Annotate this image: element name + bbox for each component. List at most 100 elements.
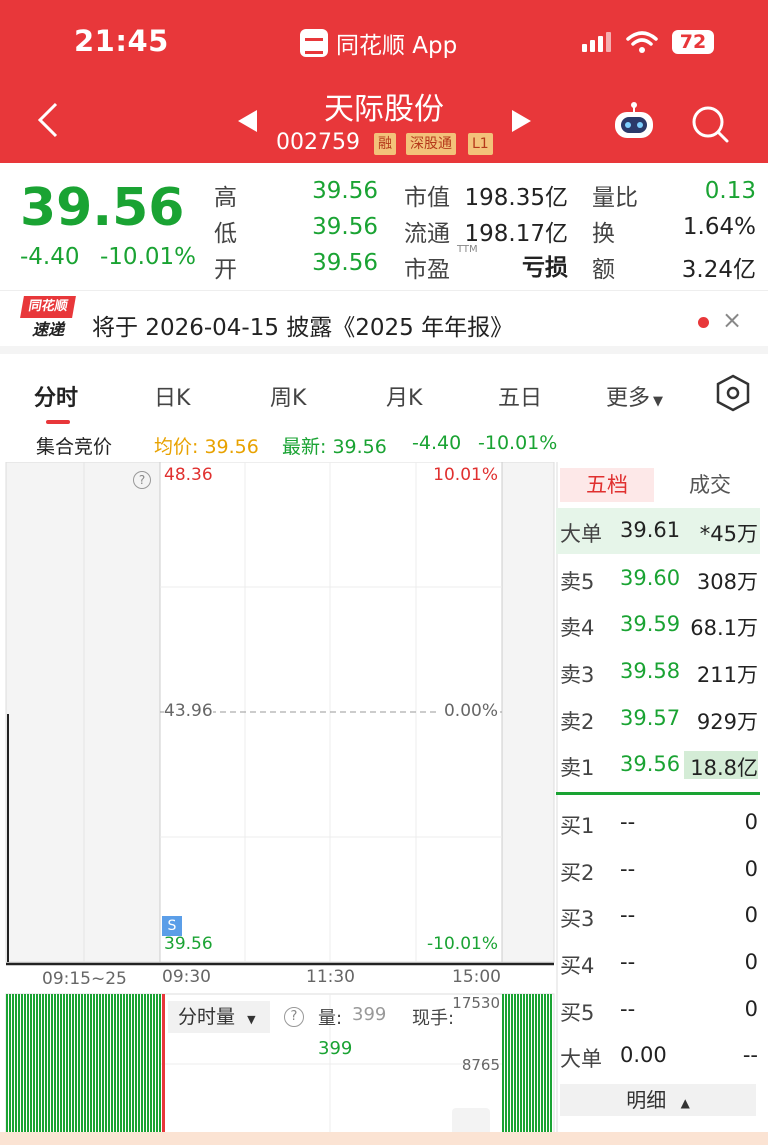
big-sell-label: 大单 <box>560 522 602 546</box>
bottom-banner[interactable] <box>0 1132 768 1145</box>
wifi-icon <box>626 31 658 53</box>
volume-bar <box>105 994 107 1132</box>
buy1-label: 买1 <box>560 814 595 838</box>
big-sell-price: 39.61 <box>620 518 681 542</box>
volume-bar <box>144 994 146 1132</box>
market-cap-label: 市值 <box>404 185 450 211</box>
volume-bar <box>526 994 528 1132</box>
caret-down-icon: ▼ <box>653 394 664 409</box>
high-value: 39.56 <box>312 178 378 204</box>
avg-price: 均价: 39.56 <box>154 436 259 458</box>
low-label: 低 <box>214 221 237 247</box>
volume-bar <box>511 994 513 1132</box>
volume-bar <box>66 994 68 1132</box>
volume-bar <box>24 994 26 1132</box>
buy4-vol: 0 <box>744 950 758 974</box>
latest-price: 最新: 39.56 <box>282 436 387 458</box>
robot-assistant-icon[interactable] <box>612 102 656 140</box>
volume-bar <box>544 994 546 1132</box>
buy5-label: 买5 <box>560 1001 595 1025</box>
search-icon[interactable] <box>690 104 730 144</box>
tab-more[interactable]: 更多 ▼ <box>606 380 663 412</box>
amount-label: 额 <box>592 257 615 283</box>
announcement-text[interactable]: 将于 2026-04-15 披露《2025 年年报》 <box>92 308 513 342</box>
volume-bar <box>78 994 80 1132</box>
buy1-vol: 0 <box>744 810 758 834</box>
axis-top-pct: 10.01% <box>433 465 498 485</box>
low-value: 39.56 <box>312 214 378 240</box>
volume-bar <box>54 994 56 1132</box>
tab-trades[interactable]: 成交 <box>660 468 760 502</box>
volume-bar <box>84 994 86 1132</box>
sell-marker[interactable]: S <box>162 916 182 936</box>
volume-ratio-label: 量比 <box>592 185 638 211</box>
open-volume-bar <box>162 994 165 1132</box>
tab-five-levels[interactable]: 五档 <box>560 468 654 502</box>
volume-bar <box>123 994 125 1132</box>
volume-bar <box>57 994 59 1132</box>
sell4-label: 卖4 <box>560 616 595 640</box>
orderbook-divider <box>556 792 760 795</box>
volume-bar <box>27 994 29 1132</box>
big-buy-label: 大单 <box>560 1047 602 1071</box>
express-logo-bottom: 速递 <box>22 318 74 342</box>
volume-type-label: 分时量 <box>178 1006 236 1028</box>
volume-bar <box>156 994 158 1132</box>
volume-bar <box>117 994 119 1132</box>
float-cap-value: 198.17亿 <box>464 221 568 247</box>
volume-bar <box>69 994 71 1132</box>
tag-level: L1 <box>468 133 493 155</box>
buy4-price: -- <box>620 950 636 974</box>
volume-bar <box>72 994 74 1132</box>
latest-change: -4.40 <box>412 432 462 454</box>
volume-bar <box>30 994 32 1132</box>
app-name-label: 同花顺 App <box>336 33 458 59</box>
volume-bar <box>141 994 143 1132</box>
pe-label: 市盈 <box>404 257 450 283</box>
open-value: 39.56 <box>312 250 378 276</box>
sell1-vol: 18.8亿 <box>690 756 758 780</box>
volume-bar <box>532 994 534 1132</box>
auction-volume-bars <box>6 994 161 1132</box>
axis-top-price: 48.36 <box>164 465 213 485</box>
buy4-label: 买4 <box>560 954 595 978</box>
turnover-value: 1.64% <box>682 214 756 240</box>
express-logo: 同花顺 速递 <box>20 296 76 344</box>
volume-bar <box>120 994 122 1132</box>
app-header: 21:45 同花顺 App 72 天际股份 002759 融 深股通 L1 <box>0 0 768 163</box>
next-stock-icon[interactable] <box>512 110 531 132</box>
time-label-open: 09:30 <box>162 967 211 987</box>
volume-bar <box>87 994 89 1132</box>
big-buy-price: 0.00 <box>620 1043 667 1067</box>
volume-bar <box>102 994 104 1132</box>
sell1-price: 39.56 <box>620 752 681 776</box>
volume-bar <box>75 994 77 1132</box>
stock-code: 002759 <box>276 130 360 155</box>
volume-type-selector[interactable]: 分时量 ▼ <box>168 1001 270 1033</box>
volume-bar <box>535 994 537 1132</box>
battery-icon: 72 <box>672 30 714 54</box>
close-icon[interactable]: × <box>722 306 742 334</box>
panel-divider <box>556 462 558 1132</box>
volume-bar <box>63 994 65 1132</box>
help-icon[interactable]: ? <box>133 471 151 489</box>
tab-weekly-k[interactable]: 周K <box>270 380 306 412</box>
tab-intraday[interactable]: 分时 <box>34 380 78 412</box>
volume-help-icon[interactable]: ? <box>284 1007 304 1027</box>
detail-button[interactable]: 明细 ▲ <box>560 1084 756 1116</box>
volume-bar <box>541 994 543 1132</box>
volume-ratio-value: 0.13 <box>704 178 756 204</box>
sell3-vol: 211万 <box>696 663 758 687</box>
tab-daily-k[interactable]: 日K <box>154 380 190 412</box>
tab-five-day[interactable]: 五日 <box>498 380 542 412</box>
volume-bar <box>12 994 14 1132</box>
volume-bar <box>135 994 137 1132</box>
float-cap-label: 流通 <box>404 221 450 247</box>
axis-bottom-pct: -10.01% <box>427 934 498 954</box>
time-label-close: 15:00 <box>452 967 501 987</box>
tab-monthly-k[interactable]: 月K <box>386 380 422 412</box>
sell4-price: 39.59 <box>620 612 681 636</box>
settings-hexagon-icon[interactable] <box>716 374 750 412</box>
market-cap-value: 198.35亿 <box>464 185 568 211</box>
volume-axis-top: 17530 <box>452 994 500 1012</box>
